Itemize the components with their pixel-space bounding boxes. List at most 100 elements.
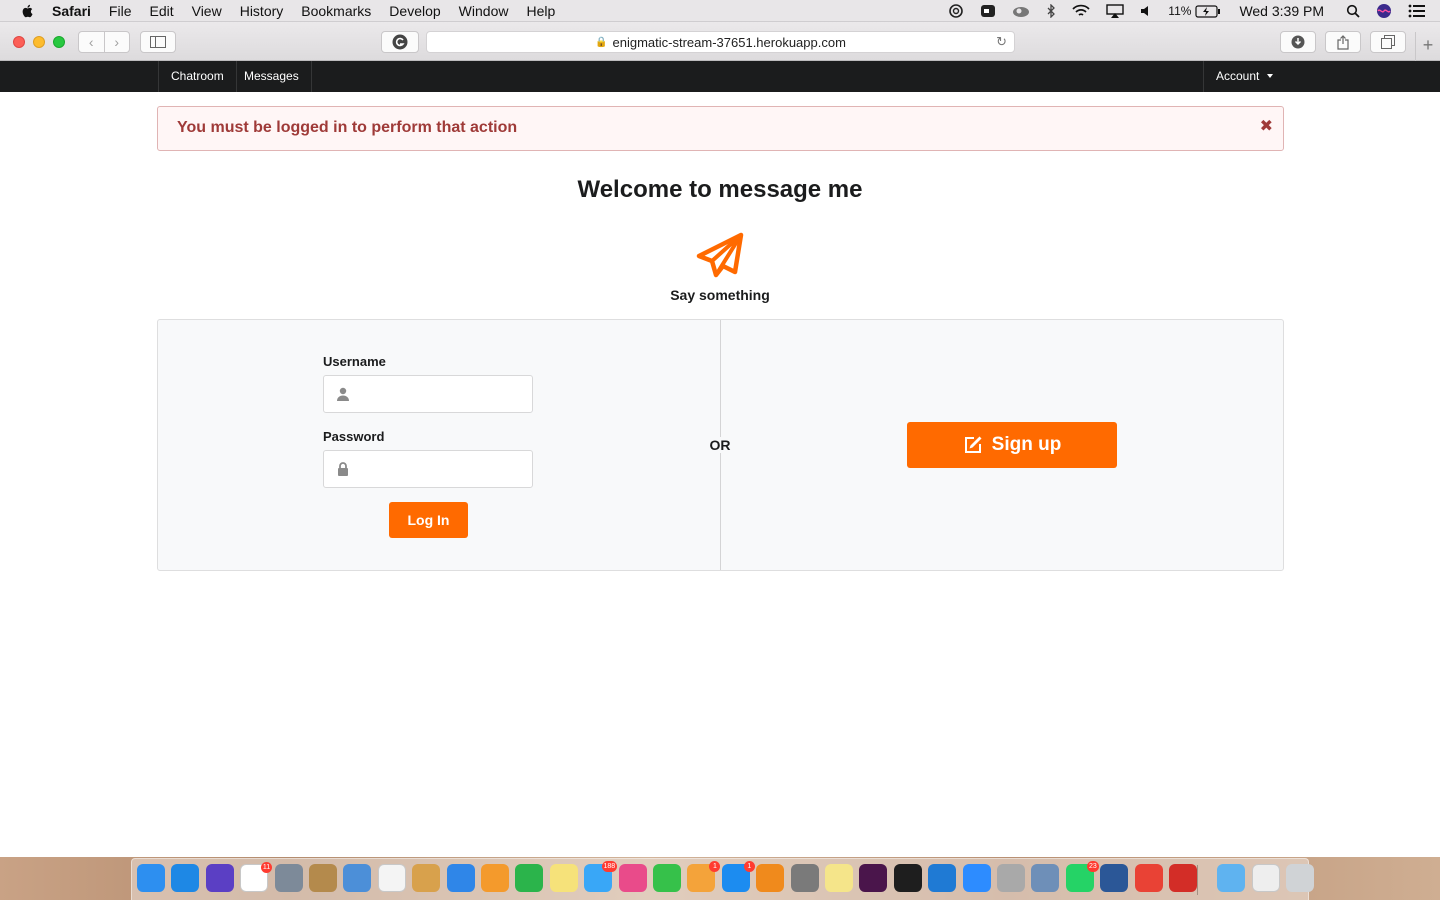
dock-siri-icon[interactable]	[205, 864, 234, 892]
bluetooth-icon[interactable]	[1046, 4, 1056, 18]
dock-vscode-icon[interactable]	[928, 864, 957, 892]
reload-icon[interactable]: ↻	[996, 34, 1007, 50]
dock-app-store-icon[interactable]: 1	[721, 861, 755, 892]
sidebar-toggle-button[interactable]	[140, 31, 176, 53]
battery-percent[interactable]: 11%	[1168, 4, 1191, 18]
auth-segment: Username Password Log In OR Sign up	[157, 319, 1284, 571]
dock-calendar-icon[interactable]: 11	[240, 862, 273, 892]
lock-icon: 🔒	[595, 36, 608, 48]
apple-logo-icon[interactable]	[18, 3, 38, 19]
dock-keynote-icon[interactable]	[446, 864, 475, 892]
nav-messages-link[interactable]: Messages	[232, 61, 312, 92]
menu-develop[interactable]: Develop	[389, 3, 440, 19]
dock: 11 188 1 1 23	[131, 858, 1315, 900]
password-input[interactable]	[360, 451, 528, 487]
password-field[interactable]	[323, 450, 533, 488]
back-arrow-icon[interactable]: ‹	[79, 34, 104, 50]
dock-chrome-icon[interactable]	[1134, 864, 1163, 892]
forward-arrow-icon[interactable]: ›	[105, 34, 130, 50]
dock-separator	[1197, 865, 1198, 895]
menu-view[interactable]: View	[192, 3, 222, 19]
wifi-icon[interactable]	[1072, 4, 1090, 18]
address-bar[interactable]: 🔒 enigmatic-stream-37651.herokuapp.com ↻	[426, 31, 1015, 53]
dock-image-capture-icon[interactable]	[1031, 864, 1060, 892]
page-title: Welcome to message me	[577, 176, 863, 203]
dock-pages-icon[interactable]	[481, 864, 509, 892]
dock-launchpad-icon[interactable]	[274, 864, 303, 892]
page-subtitle: Say something	[670, 287, 770, 303]
cloud-sync-icon[interactable]	[1012, 4, 1030, 18]
minimize-window-button[interactable]	[33, 36, 45, 48]
dock-messages-icon[interactable]: 188	[584, 861, 618, 892]
menu-bookmarks[interactable]: Bookmarks	[301, 3, 371, 19]
battery-icon[interactable]	[1195, 4, 1221, 18]
dock-photos-icon[interactable]: 1	[687, 861, 721, 892]
password-label: Password	[323, 429, 385, 444]
sign-up-button[interactable]: Sign up	[907, 422, 1117, 468]
airplay-icon[interactable]	[1106, 4, 1124, 18]
grammarly-extension-button[interactable]	[381, 31, 419, 53]
dock-xcode-tool-icon[interactable]	[997, 864, 1025, 892]
volume-icon[interactable]	[1140, 4, 1152, 18]
dock-whatsapp-icon[interactable]: 23	[1065, 861, 1099, 892]
account-label: Account	[1216, 69, 1260, 83]
username-label: Username	[323, 354, 386, 369]
close-icon[interactable]: ✖	[1260, 116, 1273, 136]
notification-center-icon[interactable]	[1408, 4, 1426, 18]
dock-zoom-icon[interactable]	[962, 864, 991, 892]
dock-finder-icon[interactable]	[137, 864, 165, 892]
dock-notes-icon[interactable]	[549, 864, 578, 892]
edit-icon	[964, 436, 982, 453]
dock-safari-icon[interactable]	[171, 864, 200, 892]
menu-history[interactable]: History	[240, 3, 284, 19]
dock-itunes-icon[interactable]	[618, 864, 647, 892]
dock-books-icon[interactable]	[756, 864, 785, 892]
dock-trash-icon[interactable]	[1286, 864, 1315, 892]
dock-badge: 1	[743, 861, 755, 872]
menu-clock[interactable]: Wed 3:39 PM	[1239, 3, 1324, 19]
dock-numbers-icon[interactable]	[515, 864, 544, 892]
tab-overview-button[interactable]	[1370, 31, 1406, 53]
account-dropdown[interactable]: Account	[1203, 61, 1287, 92]
username-field[interactable]	[323, 375, 533, 413]
close-window-button[interactable]	[13, 36, 25, 48]
dock-lastpass-icon[interactable]	[1169, 864, 1197, 892]
dock-reminders-icon[interactable]	[377, 864, 406, 892]
log-in-button[interactable]: Log In	[389, 502, 468, 538]
dock-system-preferences-icon[interactable]	[790, 864, 819, 892]
spotlight-search-icon[interactable]	[1346, 4, 1360, 18]
dock-folder-icon[interactable]	[1217, 864, 1246, 892]
username-input[interactable]	[360, 376, 528, 412]
dock-stickies-icon[interactable]	[825, 864, 853, 892]
lock-icon	[338, 462, 348, 476]
menu-edit[interactable]: Edit	[149, 3, 173, 19]
menu-file[interactable]: File	[109, 3, 132, 19]
dock-facetime-icon[interactable]	[653, 864, 681, 892]
new-tab-button[interactable]: +	[1415, 32, 1440, 61]
siri-icon[interactable]	[1376, 3, 1392, 19]
sign-up-label: Sign up	[991, 434, 1062, 455]
menu-window[interactable]: Window	[459, 3, 509, 19]
dock-badge: 23	[1087, 861, 1099, 872]
dock-photo-booth-icon[interactable]	[412, 864, 441, 892]
dock-terminal-icon[interactable]	[893, 864, 922, 892]
downloads-button[interactable]	[1280, 31, 1316, 53]
zoom-status-icon[interactable]	[980, 3, 996, 19]
dock-badge: 188	[601, 861, 618, 872]
menu-help[interactable]: Help	[526, 3, 555, 19]
fullscreen-window-button[interactable]	[53, 36, 65, 48]
dock-preview-icon[interactable]	[343, 864, 372, 892]
menu-extras: 11% Wed 3:39 PM	[940, 0, 1440, 22]
menu-app-name[interactable]: Safari	[52, 3, 91, 19]
dock-word-icon[interactable]	[1100, 864, 1129, 892]
dock-notes-book-icon[interactable]	[309, 864, 337, 892]
creative-cloud-icon[interactable]	[948, 3, 964, 19]
grammarly-icon	[392, 34, 408, 50]
dock-downloads-icon[interactable]	[1251, 864, 1280, 892]
download-icon	[1291, 35, 1305, 49]
dock-slack-icon[interactable]	[859, 864, 888, 892]
browser-toolbar: ‹ › 🔒 enigmatic-stream-37651.herokuapp.c…	[0, 22, 1440, 61]
share-button[interactable]	[1325, 31, 1361, 53]
nav-chatroom-link[interactable]: Chatroom	[158, 61, 237, 92]
share-icon	[1337, 34, 1349, 50]
